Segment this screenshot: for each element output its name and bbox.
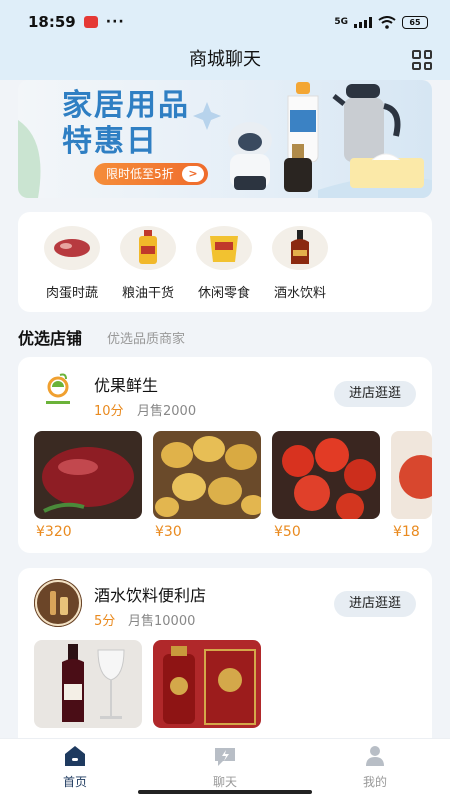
more-notifications-icon: ··· bbox=[105, 14, 125, 30]
store-logo bbox=[34, 367, 82, 415]
tab-label: 聊天 bbox=[212, 775, 237, 789]
category-panel: 肉蛋时蔬 粮油干货 休闲零食 酒水饮料 bbox=[18, 212, 432, 312]
store-name: 酒水饮料便利店 bbox=[94, 586, 207, 605]
store-score: 10分 bbox=[94, 404, 124, 419]
category-label: 粮油干货 bbox=[121, 286, 174, 301]
home-indicator bbox=[138, 790, 312, 794]
promo-banner[interactable]: 家居用品 特惠日 限时低至5折 > bbox=[18, 80, 432, 198]
home-icon bbox=[35, 745, 115, 767]
banner-promo-button[interactable]: 限时低至5折 > bbox=[94, 163, 208, 185]
tissue-box-image bbox=[350, 153, 424, 188]
category-snacks[interactable]: 休闲零食 bbox=[187, 226, 261, 301]
tab-label: 首页 bbox=[62, 775, 87, 789]
tab-label: 我的 bbox=[362, 775, 387, 789]
oil-bottle-icon bbox=[120, 226, 176, 270]
store-sales: 月售2000 bbox=[137, 404, 197, 419]
liquor-bottle-icon bbox=[272, 226, 328, 270]
product-thumbnail[interactable] bbox=[34, 640, 142, 728]
category-grain-oil[interactable]: 粮油干货 bbox=[111, 226, 185, 301]
tab-chat[interactable]: 聊天 bbox=[185, 745, 265, 790]
product-thumbnail[interactable] bbox=[153, 431, 261, 519]
user-icon bbox=[335, 745, 415, 767]
store-card[interactable]: 优果鲜生 10分 月售2000 进店逛逛 ¥320 ¥30 ¥50 ¥18 bbox=[18, 357, 432, 553]
category-label: 休闲零食 bbox=[197, 286, 250, 301]
category-drinks[interactable]: 酒水饮料 bbox=[263, 226, 337, 301]
meat-icon bbox=[44, 226, 100, 270]
mosquito-lamp-image bbox=[228, 122, 272, 190]
network-label: 5G bbox=[334, 17, 348, 27]
product-thumbnail[interactable] bbox=[272, 431, 380, 519]
grid-menu-icon[interactable] bbox=[412, 50, 432, 70]
enter-store-button[interactable]: 进店逛逛 bbox=[334, 381, 416, 407]
product-thumbnail[interactable] bbox=[34, 431, 142, 519]
status-bar: 18:59 ··· 5G 65 bbox=[0, 0, 450, 44]
signal-icon bbox=[354, 16, 372, 28]
wifi-icon bbox=[378, 15, 396, 29]
status-time: 18:59 bbox=[28, 13, 76, 31]
store-sales: 月售10000 bbox=[128, 614, 196, 629]
tab-home[interactable]: 首页 bbox=[35, 745, 115, 790]
category-meat[interactable]: 肉蛋时蔬 bbox=[35, 226, 109, 301]
product-price: ¥50 bbox=[274, 524, 301, 540]
status-right: 5G 65 bbox=[334, 15, 428, 29]
product-price: ¥30 bbox=[155, 524, 182, 540]
banner-promo-label: 限时低至5折 bbox=[106, 167, 174, 181]
store-card[interactable]: 酒水饮料便利店 5分 月售10000 进店逛逛 bbox=[18, 568, 432, 758]
store-score: 5分 bbox=[94, 614, 116, 629]
product-price: ¥320 bbox=[36, 524, 72, 540]
product-thumbnail[interactable] bbox=[391, 431, 432, 519]
enter-store-button[interactable]: 进店逛逛 bbox=[334, 591, 416, 617]
product-thumbnail[interactable] bbox=[153, 640, 261, 728]
store-logo bbox=[34, 579, 82, 627]
category-label: 肉蛋时蔬 bbox=[45, 286, 98, 301]
diffuser-image bbox=[284, 144, 312, 192]
section-subtitle: 优选品质商家 bbox=[107, 332, 186, 347]
banner-title-line2: 特惠日 bbox=[62, 124, 158, 159]
section-title: 优选店铺 bbox=[18, 329, 83, 348]
store-name: 优果鲜生 bbox=[94, 376, 159, 395]
arrow-right-icon: > bbox=[182, 166, 204, 182]
banner-title-line1: 家居用品 bbox=[62, 88, 190, 123]
page-title: 商城聊天 bbox=[189, 49, 261, 70]
category-label: 酒水饮料 bbox=[273, 286, 326, 301]
battery-icon: 65 bbox=[402, 15, 428, 29]
chat-icon bbox=[185, 745, 265, 767]
notification-icon bbox=[83, 16, 98, 28]
tab-profile[interactable]: 我的 bbox=[335, 745, 415, 790]
product-price: ¥18 bbox=[393, 524, 420, 540]
snack-bag-icon bbox=[196, 226, 252, 270]
